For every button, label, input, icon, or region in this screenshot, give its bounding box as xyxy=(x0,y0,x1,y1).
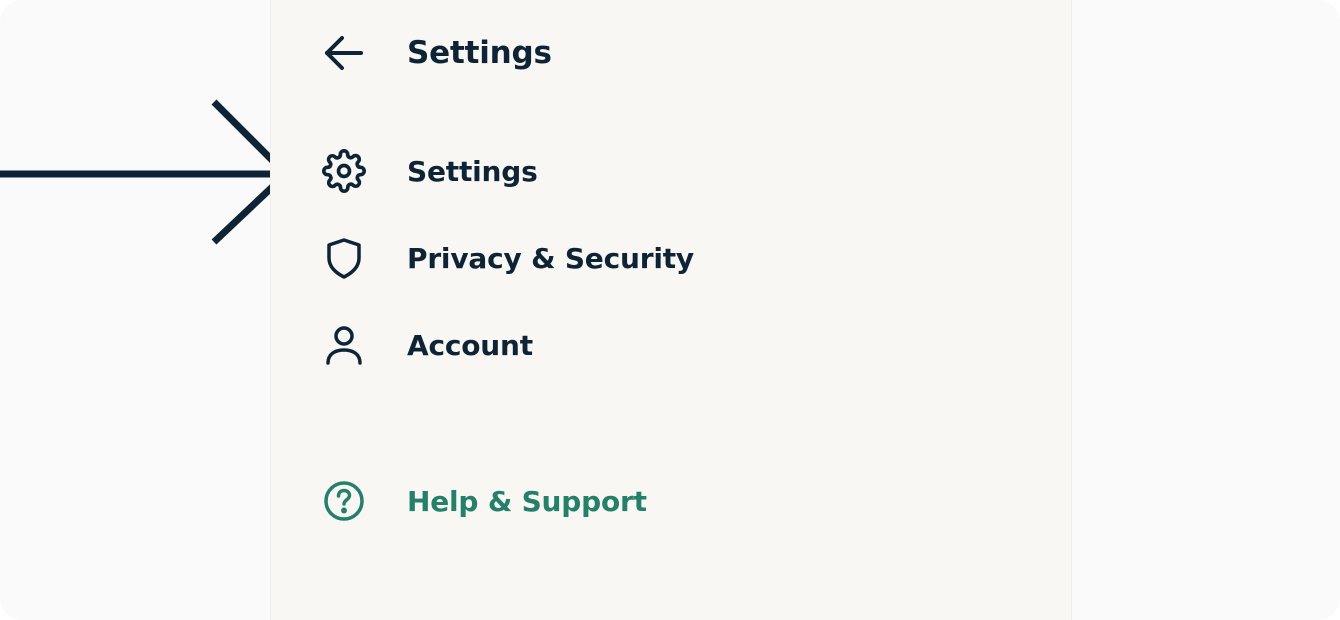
callout-arrow-icon xyxy=(0,99,292,245)
help-circle-icon xyxy=(321,478,367,524)
settings-panel: Settings Settings Privacy & Security Acc… xyxy=(270,0,1072,620)
menu-item-settings[interactable]: Settings xyxy=(321,146,538,196)
menu-item-label: Settings xyxy=(407,154,538,188)
settings-header: Settings xyxy=(321,30,552,76)
menu-item-label: Account xyxy=(407,328,533,362)
screenshot-frame: Settings Settings Privacy & Security Acc… xyxy=(0,0,1340,620)
menu-item-privacy-security[interactable]: Privacy & Security xyxy=(321,233,694,283)
gear-icon xyxy=(321,148,367,194)
page-title: Settings xyxy=(407,35,552,71)
shield-icon xyxy=(321,235,367,281)
back-button[interactable] xyxy=(321,30,367,76)
menu-item-label: Help & Support xyxy=(407,484,647,518)
arrow-left-icon xyxy=(325,36,363,70)
menu-item-label: Privacy & Security xyxy=(407,241,694,275)
menu-item-help-support[interactable]: Help & Support xyxy=(321,476,647,526)
menu-item-account[interactable]: Account xyxy=(321,320,533,370)
user-icon xyxy=(321,322,367,368)
